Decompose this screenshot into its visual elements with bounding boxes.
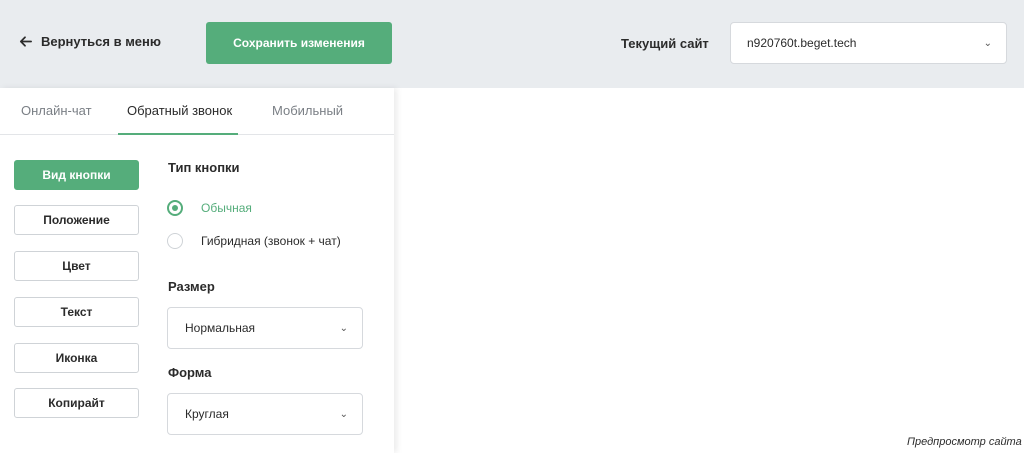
side-menu-button-view[interactable]: Вид кнопки: [14, 160, 139, 190]
button-type-title: Тип кнопки: [168, 160, 240, 175]
preview-note: Предпросмотр сайта ,: [907, 436, 1024, 448]
radio-checked-icon[interactable]: [167, 200, 183, 216]
current-site-value: n920760t.beget.tech: [747, 36, 857, 50]
settings-panel: Онлайн-чат Обратный звонок Мобильный Вид…: [0, 88, 394, 453]
radio-unchecked-icon[interactable]: [167, 233, 183, 249]
current-site-label: Текущий сайт: [621, 36, 709, 51]
chevron-down-icon: ⌄: [983, 37, 992, 49]
active-tab-indicator: [118, 133, 238, 135]
tab-online-chat[interactable]: Онлайн-чат: [21, 103, 92, 118]
tab-callback[interactable]: Обратный звонок: [127, 103, 232, 118]
size-title: Размер: [168, 279, 215, 294]
side-menu-color[interactable]: Цвет: [14, 251, 139, 281]
side-menu-icon[interactable]: Иконка: [14, 343, 139, 373]
radio-option-regular[interactable]: Обычная: [167, 200, 252, 216]
back-label: Вернуться в меню: [41, 34, 161, 49]
tab-mobile[interactable]: Мобильный: [272, 103, 343, 118]
size-value: Нормальная: [185, 321, 255, 335]
shape-title: Форма: [168, 365, 212, 380]
side-menu-text[interactable]: Текст: [14, 297, 139, 327]
chevron-down-icon: ⌄: [339, 408, 348, 420]
shape-value: Круглая: [185, 407, 229, 421]
radio-label-hybrid: Гибридная (звонок + чат): [201, 234, 341, 248]
radio-label-regular: Обычная: [201, 201, 252, 215]
size-select[interactable]: Нормальная ⌄: [167, 307, 363, 349]
save-changes-button[interactable]: Сохранить изменения: [206, 22, 392, 64]
arrow-left-icon: [19, 36, 32, 47]
current-site-select[interactable]: n920760t.beget.tech ⌄: [730, 22, 1007, 64]
chevron-down-icon: ⌄: [339, 322, 348, 334]
tab-bar: Онлайн-чат Обратный звонок Мобильный: [0, 88, 394, 135]
top-bar: Вернуться в меню Сохранить изменения Тек…: [0, 0, 1024, 88]
radio-option-hybrid[interactable]: Гибридная (звонок + чат): [167, 233, 341, 249]
back-to-menu-link[interactable]: Вернуться в меню: [18, 34, 161, 49]
side-menu-position[interactable]: Положение: [14, 205, 139, 235]
shape-select[interactable]: Круглая ⌄: [167, 393, 363, 435]
side-menu-copyright[interactable]: Копирайт: [14, 388, 139, 418]
